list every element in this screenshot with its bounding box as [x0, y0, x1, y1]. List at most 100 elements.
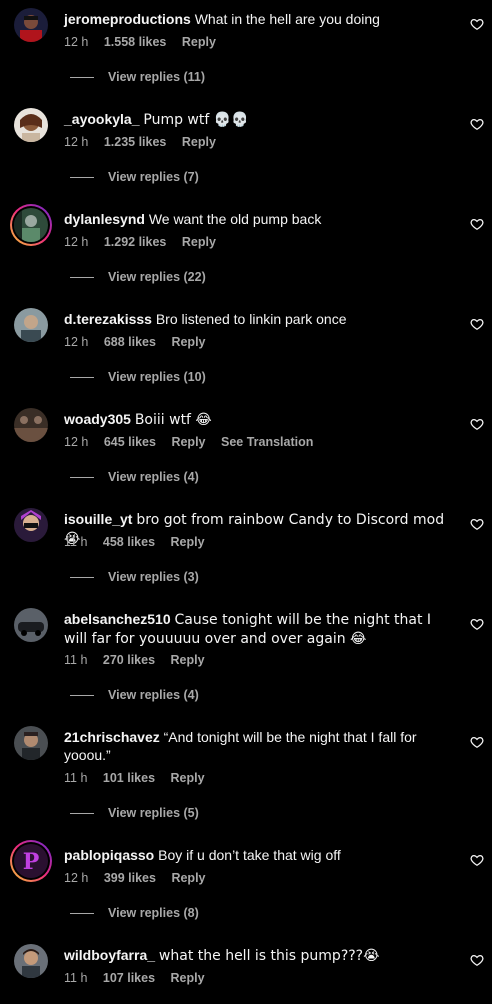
avatar[interactable] [14, 8, 48, 42]
heart-icon[interactable] [470, 217, 484, 231]
comment-text: wildboyfarra_ what the hell is this pump… [64, 946, 450, 965]
replies-divider [70, 376, 94, 378]
heart-icon[interactable] [470, 17, 484, 31]
reply-button[interactable]: Reply [171, 535, 205, 549]
view-replies-button[interactable]: View replies (8) [70, 906, 199, 920]
avatar[interactable] [14, 208, 48, 242]
avatar[interactable] [14, 308, 48, 342]
heart-icon[interactable] [470, 517, 484, 531]
comment-body: Boy if u don’t take that wig off [158, 847, 341, 863]
view-replies-label: View replies (7) [108, 170, 199, 184]
replies-divider [70, 76, 94, 78]
heart-icon[interactable] [470, 953, 484, 967]
avatar[interactable]: P [14, 844, 48, 878]
view-replies-label: View replies (4) [108, 470, 199, 484]
reply-button[interactable]: Reply [171, 335, 205, 349]
comment-text: woady305 Boiii wtf 😂 [64, 410, 450, 429]
see-translation-button[interactable]: See Translation [221, 435, 313, 449]
comment-time: 12 h [64, 435, 89, 449]
comment-time: 11 h [64, 653, 88, 667]
comment-time: 11 h [64, 771, 88, 785]
comment-body: what the hell is this pump???😭 [158, 948, 380, 964]
view-replies-label: View replies (10) [108, 370, 206, 384]
comment-likes[interactable]: 688 likes [104, 335, 156, 349]
reply-button[interactable]: Reply [171, 971, 205, 985]
replies-divider [70, 576, 94, 578]
comment-username[interactable]: woady305 [64, 411, 131, 427]
heart-icon[interactable] [470, 117, 484, 131]
reply-button[interactable]: Reply [182, 35, 216, 49]
comment-username[interactable]: d.terezakisss [64, 311, 152, 327]
comment-username[interactable]: _ayookyla_ [64, 111, 140, 127]
reply-button[interactable]: Reply [171, 653, 205, 667]
view-replies-button[interactable]: View replies (5) [70, 806, 199, 820]
comment-likes[interactable]: 270 likes [103, 653, 155, 667]
comment-text: dylanlesynd We want the old pump back [64, 210, 450, 228]
comment-meta: 12 h 688 likes Reply [64, 335, 218, 349]
avatar[interactable] [14, 944, 48, 978]
avatar[interactable] [14, 108, 48, 142]
comment-meta: 12 h 645 likes Reply See Translation [64, 435, 325, 449]
reply-button[interactable]: Reply [182, 235, 216, 249]
view-replies-button[interactable]: View replies (7) [70, 170, 199, 184]
comment-likes[interactable]: 399 likes [104, 871, 156, 885]
comment-body: Bro listened to linkin park once [155, 311, 347, 327]
heart-icon[interactable] [470, 417, 484, 431]
comment-username[interactable]: 21chrischavez [64, 729, 160, 745]
comment-body: Boiii wtf 😂 [134, 412, 212, 428]
comment-likes[interactable]: 458 likes [103, 535, 155, 549]
replies-divider [70, 476, 94, 478]
comment-username[interactable]: wildboyfarra_ [64, 947, 155, 963]
view-replies-button[interactable]: View replies (4) [70, 470, 199, 484]
comment-username[interactable]: dylanlesynd [64, 211, 145, 227]
reply-button[interactable]: Reply [171, 771, 205, 785]
view-replies-button[interactable]: View replies (10) [70, 370, 206, 384]
avatar[interactable] [14, 508, 48, 542]
comment-body: We want the old pump back [148, 211, 322, 227]
comment-time: 12 h [64, 35, 89, 49]
view-replies-label: View replies (4) [108, 688, 199, 702]
reply-button[interactable]: Reply [171, 435, 205, 449]
comment-text: jeromeproductions What in the hell are y… [64, 10, 450, 28]
comment-likes[interactable]: 1.292 likes [104, 235, 167, 249]
comment-time: 12 h [64, 871, 89, 885]
comment-likes[interactable]: 107 likes [103, 971, 155, 985]
replies-divider [70, 176, 94, 178]
comment-time: 12 h [64, 135, 89, 149]
heart-icon[interactable] [470, 735, 484, 749]
heart-icon[interactable] [470, 317, 484, 331]
comment-username[interactable]: jeromeproductions [64, 11, 191, 27]
avatar[interactable] [14, 726, 48, 760]
comment-meta: 11 h 101 likes Reply [64, 771, 217, 785]
view-replies-button[interactable]: View replies (11) [70, 70, 205, 84]
comment-meta: 11 h 458 likes Reply [64, 535, 217, 549]
comment-username[interactable]: pablopiqasso [64, 847, 154, 863]
view-replies-button[interactable]: View replies (22) [70, 270, 206, 284]
heart-icon[interactable] [470, 853, 484, 867]
comment-meta: 11 h 270 likes Reply [64, 653, 217, 667]
comment-text: abelsanchez510 Cause tonight will be the… [64, 610, 450, 648]
view-replies-button[interactable]: View replies (3) [70, 570, 199, 584]
reply-button[interactable]: Reply [171, 871, 205, 885]
comment-likes[interactable]: 1.235 likes [104, 135, 167, 149]
avatar[interactable] [14, 408, 48, 442]
replies-divider [70, 694, 94, 696]
view-replies-button[interactable]: View replies (4) [70, 688, 199, 702]
comment-text: 21chrischavez “And tonight will be the n… [64, 728, 450, 764]
comment-username[interactable]: abelsanchez510 [64, 611, 171, 627]
comment-text: d.terezakisss Bro listened to linkin par… [64, 310, 450, 328]
comment-meta: 12 h 1.558 likes Reply [64, 35, 228, 49]
view-replies-label: View replies (22) [108, 270, 206, 284]
avatar[interactable] [14, 608, 48, 642]
comment-likes[interactable]: 101 likes [103, 771, 155, 785]
comment-meta: 11 h 107 likes Reply [64, 971, 217, 985]
heart-icon[interactable] [470, 617, 484, 631]
comment-text: _ayookyla_ Pump wtf 💀💀 [64, 110, 450, 129]
reply-button[interactable]: Reply [182, 135, 216, 149]
comment-body: Pump wtf 💀💀 [143, 112, 249, 128]
comment-likes[interactable]: 1.558 likes [104, 35, 167, 49]
comment-likes[interactable]: 645 likes [104, 435, 156, 449]
comment-username[interactable]: isouille_yt [64, 511, 132, 527]
comment-meta: 12 h 1.292 likes Reply [64, 235, 228, 249]
view-replies-label: View replies (11) [108, 70, 206, 84]
